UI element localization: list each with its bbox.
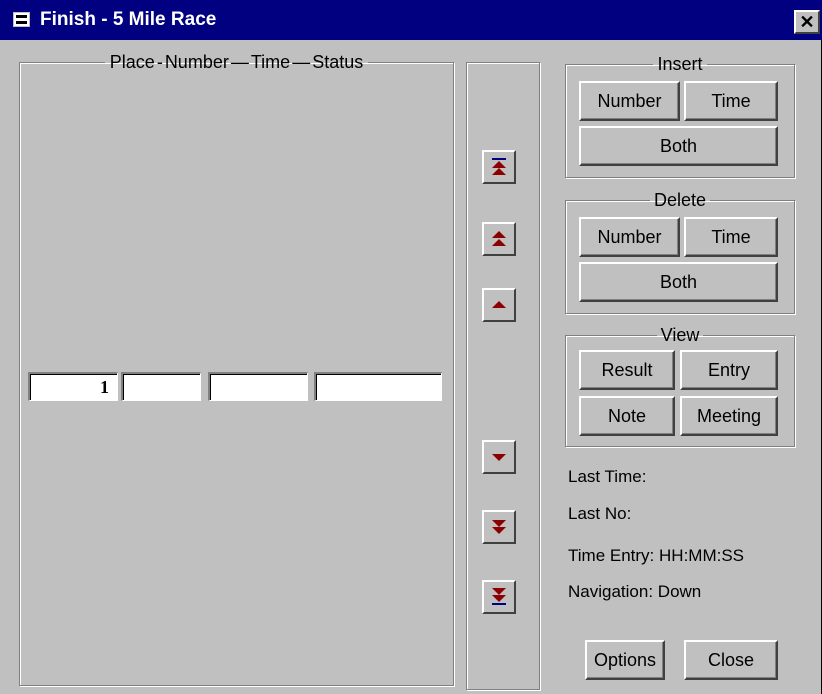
first-record-icon xyxy=(492,158,506,175)
view-entry-button[interactable]: Entry xyxy=(680,350,778,390)
next-record-icon xyxy=(492,454,506,461)
previous-record-icon xyxy=(492,301,506,308)
nav-page-up-button[interactable] xyxy=(482,222,516,256)
insert-time-button[interactable]: Time xyxy=(684,81,778,121)
close-window-button[interactable]: ✕ xyxy=(794,10,820,34)
grid-header: Place - Number — Time — Status xyxy=(109,52,364,72)
window-title: Finish - 5 Mile Race xyxy=(40,9,217,30)
view-note-button[interactable]: Note xyxy=(579,396,675,436)
status-field[interactable] xyxy=(314,372,442,401)
time-entry-label: Time Entry: xyxy=(568,546,655,565)
time-field[interactable] xyxy=(208,372,308,401)
results-grid-frame: Place - Number — Time — Status xyxy=(19,52,454,686)
delete-number-button[interactable]: Number xyxy=(579,217,680,257)
options-button[interactable]: Options xyxy=(585,640,665,680)
nav-page-down-button[interactable] xyxy=(482,510,516,544)
title-bar[interactable]: Finish - 5 Mile Race ✕ xyxy=(0,0,822,40)
navigation-label: Navigation: xyxy=(568,582,654,601)
insert-number-button[interactable]: Number xyxy=(579,81,680,121)
navigation-value: Down xyxy=(657,582,702,601)
page-up-icon xyxy=(492,231,506,246)
last-record-icon xyxy=(492,588,506,605)
view-meeting-button[interactable]: Meeting xyxy=(680,396,778,436)
number-field[interactable] xyxy=(121,372,201,401)
nav-first-button[interactable] xyxy=(482,150,516,184)
nav-next-button[interactable] xyxy=(482,440,516,474)
header-time: Time xyxy=(250,52,291,72)
delete-group-title: Delete xyxy=(653,190,707,210)
view-group-title: View xyxy=(660,325,700,345)
header-status: Status xyxy=(312,52,364,72)
last-time-label: Last Time: xyxy=(568,467,647,486)
nav-last-button[interactable] xyxy=(482,580,516,614)
insert-group-title: Insert xyxy=(657,54,703,74)
nav-prev-button[interactable] xyxy=(482,288,516,322)
navigation-info: Navigation: Down xyxy=(568,582,701,602)
finish-window: Finish - 5 Mile Race ✕ Place - Number — Time… xyxy=(0,0,822,694)
header-place: Place xyxy=(109,52,155,72)
time-entry-info: Time Entry: HH:MM:SS xyxy=(568,546,744,566)
header-number: Number xyxy=(164,52,229,72)
time-entry-value: HH:MM:SS xyxy=(659,546,745,565)
last-number-label: Last No: xyxy=(568,504,632,523)
view-result-button[interactable]: Result xyxy=(579,350,675,390)
page-down-icon xyxy=(492,520,506,534)
insert-both-button[interactable]: Both xyxy=(579,126,778,166)
place-field[interactable]: 1 xyxy=(28,372,118,401)
close-button[interactable]: Close xyxy=(684,640,778,680)
delete-both-button[interactable]: Both xyxy=(579,262,778,302)
form-icon xyxy=(13,12,30,27)
delete-time-button[interactable]: Time xyxy=(684,217,778,257)
